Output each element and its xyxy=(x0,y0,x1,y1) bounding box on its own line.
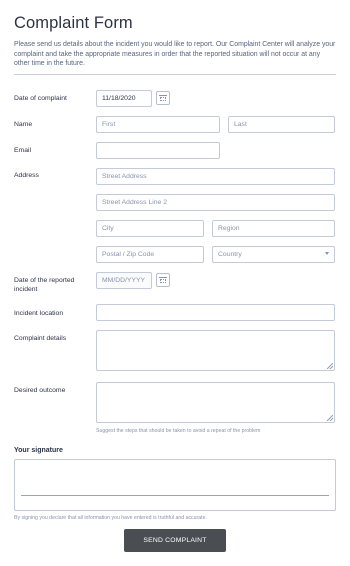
calendar-icon[interactable] xyxy=(156,273,170,287)
incident-location-label: Incident location xyxy=(14,310,64,317)
city-input[interactable]: City xyxy=(96,220,204,237)
postal-code-input[interactable]: Postal / Zip Code xyxy=(96,246,204,263)
signature-label: Your signature xyxy=(14,447,63,454)
country-placeholder: Country xyxy=(218,251,242,258)
signature-disclaimer: By signing you declare that all informat… xyxy=(14,515,207,521)
address-label: Address xyxy=(14,172,39,179)
desired-outcome-textarea[interactable] xyxy=(96,382,335,423)
postal-code-placeholder: Postal / Zip Code xyxy=(102,251,155,258)
resize-grip-icon[interactable] xyxy=(327,363,333,369)
date-of-complaint-label: Date of complaint xyxy=(14,95,67,102)
complaint-details-label: Complaint details xyxy=(14,335,67,342)
email-input[interactable] xyxy=(96,142,220,159)
form-intro: Please send us details about the inciden… xyxy=(14,41,336,67)
first-name-input[interactable]: First xyxy=(96,116,220,133)
complaint-details-textarea[interactable] xyxy=(96,330,335,371)
header-divider xyxy=(14,74,336,75)
date-reported-label: Date of the reported incident xyxy=(14,277,75,293)
street-address-line2-placeholder: Street Address Line 2 xyxy=(102,199,167,206)
resize-grip-icon[interactable] xyxy=(327,415,333,421)
name-label: Name xyxy=(14,121,33,128)
country-select[interactable]: Country xyxy=(212,246,335,263)
street-address-input[interactable]: Street Address xyxy=(96,168,335,185)
street-address-line2-input[interactable]: Street Address Line 2 xyxy=(96,194,335,211)
signature-line xyxy=(21,495,329,496)
date-reported-placeholder: MM/DD/YYYY xyxy=(102,277,146,284)
last-name-input[interactable]: Last xyxy=(228,116,335,133)
date-of-complaint-value: 11/18/2020 xyxy=(102,95,136,102)
street-address-placeholder: Street Address xyxy=(102,173,147,180)
incident-location-input[interactable] xyxy=(96,304,335,321)
region-input[interactable]: Region xyxy=(212,220,335,237)
city-placeholder: City xyxy=(102,225,114,232)
email-label: Email xyxy=(14,147,31,154)
region-placeholder: Region xyxy=(218,225,240,232)
chevron-down-icon xyxy=(325,252,329,255)
first-name-placeholder: First xyxy=(102,121,116,128)
date-of-complaint-input[interactable]: 11/18/2020 xyxy=(96,90,152,107)
calendar-icon[interactable] xyxy=(156,91,170,105)
send-complaint-button[interactable]: SEND COMPLAINT xyxy=(124,529,226,552)
desired-outcome-label: Desired outcome xyxy=(14,387,66,394)
form-title: Complaint Form xyxy=(14,14,133,32)
last-name-placeholder: Last xyxy=(234,121,247,128)
date-reported-input[interactable]: MM/DD/YYYY xyxy=(96,272,152,289)
signature-pad[interactable] xyxy=(14,459,336,511)
desired-outcome-sublabel: Suggest the steps that should be taken t… xyxy=(96,428,261,434)
